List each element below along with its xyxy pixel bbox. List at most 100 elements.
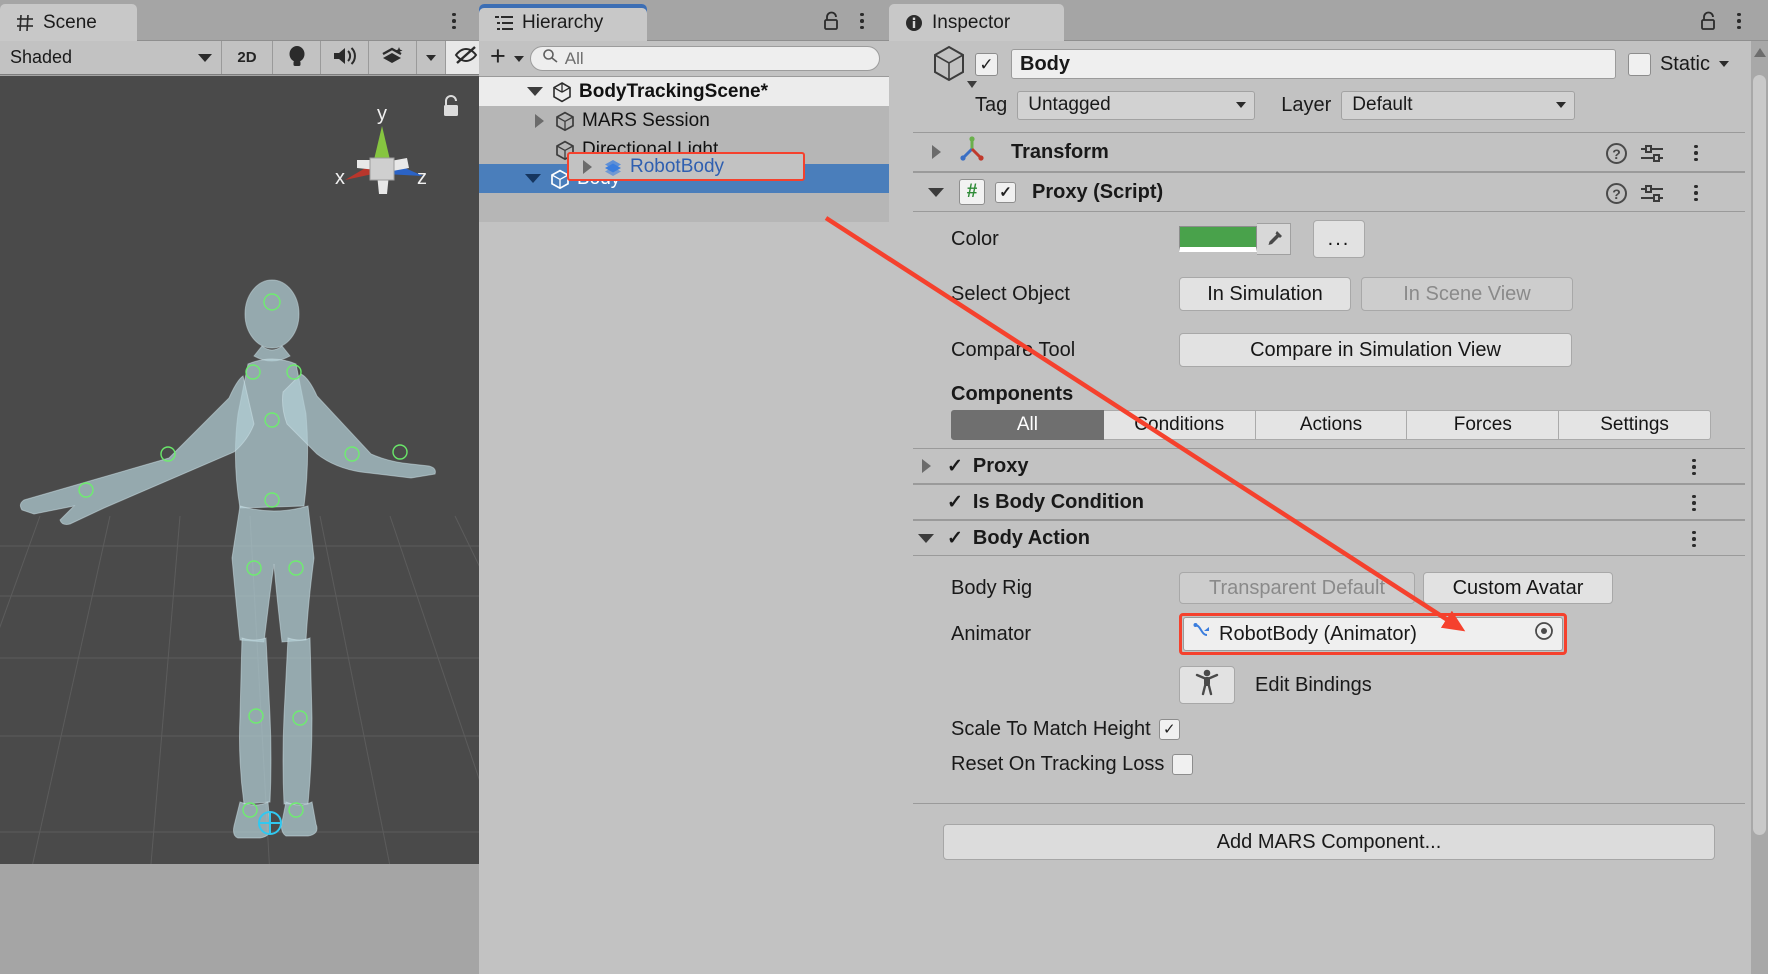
component-header-proxy-script[interactable]: # ✓ Proxy (Script) ? [913,172,1745,212]
color-more-button[interactable]: ... [1313,220,1365,258]
subcomponent-enabled-checkbox[interactable]: ✓ [947,527,963,550]
subcomponent-more-options-icon[interactable] [1685,455,1703,479]
chevron-down-icon [1556,102,1566,108]
chevron-right-icon[interactable] [923,145,949,159]
inspector-more-options-icon[interactable] [1730,9,1748,33]
gizmo-axis-z-label: z [417,167,427,189]
select-in-simulation-button[interactable]: In Simulation [1179,277,1351,311]
subcomponent-is-body-condition[interactable]: ✓ Is Body Condition [913,484,1745,520]
chevron-right-icon[interactable] [913,459,939,473]
edit-bindings-button[interactable] [1179,666,1235,704]
subcomponent-body-action[interactable]: ✓ Body Action [913,520,1745,556]
toggle-2d-button[interactable]: 2D [222,41,273,74]
info-icon [905,14,923,32]
chevron-down-icon [426,55,436,61]
add-mars-component-button[interactable]: Add MARS Component... [943,824,1715,860]
spacer [913,804,1745,824]
color-swatch[interactable] [1179,226,1257,252]
compare-in-simulation-label: Compare in Simulation View [1250,339,1501,362]
gizmos-toggle[interactable] [446,41,479,74]
chevron-down-icon[interactable] [967,81,977,88]
scene-viewport[interactable]: y x z [0,76,479,864]
scale-to-match-height-checkbox[interactable]: ✓ [1159,719,1180,740]
tab-forces[interactable]: Forces [1407,410,1559,440]
preset-icon[interactable] [1641,185,1663,203]
chevron-down-icon[interactable] [1719,61,1729,67]
subcomponent-enabled-checkbox[interactable]: ✓ [947,455,963,478]
component-title: Transform [1011,141,1109,164]
tab-forces-label: Forces [1454,414,1512,436]
color-row: Color ... [913,212,1745,266]
tab-inspector[interactable]: Inspector [889,4,1064,41]
tab-scene[interactable]: Scene [0,4,137,41]
tab-settings[interactable]: Settings [1559,410,1711,440]
chevron-down-icon[interactable] [527,87,543,96]
gameobject-enabled-checkbox[interactable]: ✓ [975,53,998,76]
scrollbar-thumb[interactable] [1753,75,1766,835]
chevron-down-icon[interactable] [525,174,541,183]
custom-avatar-button[interactable]: Custom Avatar [1423,572,1613,604]
shading-mode-dropdown[interactable]: Shaded [0,41,222,74]
inspector-lock-icon[interactable] [1700,11,1718,31]
preset-icon[interactable] [1641,145,1663,163]
scroll-up-arrow-icon[interactable] [1754,48,1766,57]
gameobject-name-field[interactable]: Body [1011,49,1616,79]
eyedropper-icon[interactable] [1257,223,1291,255]
scene-lighting-toggle[interactable] [273,41,321,74]
chevron-right-icon[interactable] [535,114,544,128]
hierarchy-tree[interactable]: BodyTrackingScene* MARS Session Directio… [479,77,889,974]
subcomponent-more-options-icon[interactable] [1685,527,1703,551]
chevron-down-icon[interactable] [913,534,939,543]
help-icon[interactable]: ? [1606,143,1627,164]
tab-all[interactable]: All [951,410,1104,440]
hierarchy-item-mars-session[interactable]: MARS Session [479,106,889,135]
subcomponent-more-options-icon[interactable] [1685,491,1703,515]
scene-view-lock-icon[interactable] [441,94,461,118]
select-in-scene-view-button[interactable]: In Scene View [1361,277,1573,311]
scene-audio-toggle[interactable] [321,41,369,74]
components-section-label: Components [913,378,1745,410]
hierarchy-more-options-icon[interactable] [853,9,871,33]
object-picker-icon[interactable] [1534,621,1554,647]
gizmos-visibility-icon [454,44,478,71]
subcomponent-enabled-checkbox[interactable]: ✓ [947,491,963,514]
hierarchy-lock-icon[interactable] [823,11,841,31]
hierarchy-panel: Hierarchy + All BodyTrac [479,0,889,974]
static-checkbox[interactable]: ✓ [1628,53,1651,76]
component-enabled-checkbox[interactable]: ✓ [995,182,1016,203]
scene-panel: Scene Shaded 2D [0,0,479,974]
static-control[interactable]: ✓ Static [1628,53,1729,76]
tab-actions[interactable]: Actions [1256,410,1408,440]
tab-conditions[interactable]: Conditions [1104,410,1256,440]
plus-icon[interactable]: + [488,46,508,71]
chevron-down-icon[interactable] [514,56,524,62]
reset-on-tracking-loss-checkbox[interactable]: ✓ [1172,754,1193,775]
inspector-scrollbar[interactable] [1751,41,1768,974]
scene-fx-toggle[interactable] [369,41,417,74]
component-filter-tabs[interactable]: All Conditions Actions Forces Settings [951,410,1711,440]
component-header-transform[interactable]: Transform ? [913,132,1745,172]
scene-orientation-gizmo[interactable]: y x z [327,98,437,208]
scene-more-options-icon[interactable] [445,9,463,33]
tab-hierarchy[interactable]: Hierarchy [479,4,647,41]
component-more-options-icon[interactable] [1687,141,1705,165]
search-input[interactable]: All [530,46,880,71]
component-more-options-icon[interactable] [1687,181,1705,205]
chevron-right-icon[interactable] [583,160,592,174]
scene-fx-dropdown[interactable] [417,41,446,74]
animator-object-field[interactable]: RobotBody (Animator) [1183,617,1563,651]
color-label: Color [951,228,1179,251]
hierarchy-item-scene[interactable]: BodyTrackingScene* [479,77,889,106]
chevron-down-icon[interactable] [923,188,949,197]
hierarchy-item-robotbody[interactable]: RobotBody [567,152,805,181]
transparent-default-button[interactable]: Transparent Default [1179,572,1415,604]
search-icon [542,48,558,69]
layer-dropdown[interactable]: Default [1341,91,1575,120]
tag-dropdown[interactable]: Untagged [1017,91,1255,120]
gameobject-cube-icon [554,110,576,132]
compare-in-simulation-button[interactable]: Compare in Simulation View [1179,333,1572,367]
tab-hierarchy-label: Hierarchy [522,12,603,34]
help-icon[interactable]: ? [1606,183,1627,204]
subcomponent-proxy[interactable]: ✓ Proxy [913,448,1745,484]
tab-scene-label: Scene [43,12,97,34]
